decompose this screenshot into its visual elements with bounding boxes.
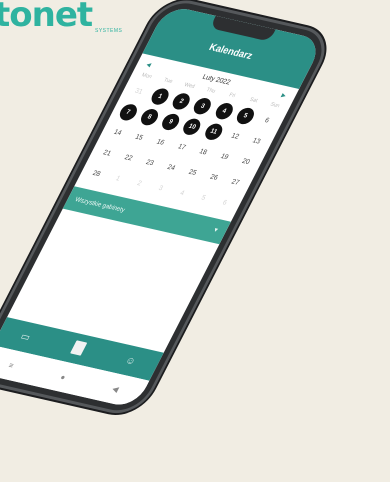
day-number: 14 (112, 128, 123, 137)
home-icon[interactable]: ● (59, 372, 68, 381)
back-icon[interactable]: ◀ (111, 384, 121, 394)
day-number: 17 (176, 142, 187, 152)
day-number: 24 (166, 163, 177, 172)
calendar-icon[interactable] (68, 339, 88, 358)
day-number: 26 (208, 173, 220, 182)
phone-frame: Kalendarz ◂ Luty 2022 ▸ Mon Tue Wed Thu Fri S… (0, 0, 333, 416)
day-number: 6 (221, 199, 229, 207)
status-icons (306, 44, 311, 53)
day-number: 13 (251, 136, 262, 146)
day-number: 16 (155, 138, 166, 147)
day-number: 19 (219, 152, 230, 161)
status-time (170, 13, 175, 22)
day-number: 31 (133, 87, 144, 96)
calendar-tab-indicator (69, 339, 88, 356)
day-number: 18 (198, 147, 209, 156)
day-number: 25 (187, 168, 198, 177)
chat-icon[interactable]: ▭ (19, 331, 33, 343)
chevron-down-icon: ▼ (211, 227, 220, 235)
day-number: 1 (114, 174, 122, 183)
day-number: 27 (230, 178, 241, 187)
day-number: 2 (135, 179, 143, 187)
day-number: 12 (230, 132, 241, 141)
day-number: 3 (157, 184, 165, 192)
users-icon[interactable]: ☺ (123, 355, 137, 367)
month-label: Luty 2022 (201, 73, 232, 86)
day-number: 6 (263, 116, 271, 125)
cabinet-select-label: Wszystkie gabinety (73, 195, 127, 214)
day-number: 22 (123, 153, 134, 162)
chevron-right-icon[interactable]: ▸ (279, 89, 289, 100)
phone-mockup: Kalendarz ◂ Luty 2022 ▸ Mon Tue Wed Thu Fri S… (0, 0, 390, 482)
day-number: 23 (144, 158, 156, 167)
day-number: 28 (91, 169, 102, 178)
phone-screen: Kalendarz ◂ Luty 2022 ▸ Mon Tue Wed Thu Fri S… (0, 4, 325, 409)
day-number: 20 (240, 157, 252, 166)
day-number: 21 (102, 148, 113, 158)
day-number: 4 (178, 189, 186, 197)
day-number: 5 (200, 194, 207, 202)
chevron-left-icon[interactable]: ◂ (144, 59, 154, 70)
recents-icon[interactable]: ≡ (7, 360, 15, 369)
day-number: 15 (134, 133, 145, 142)
